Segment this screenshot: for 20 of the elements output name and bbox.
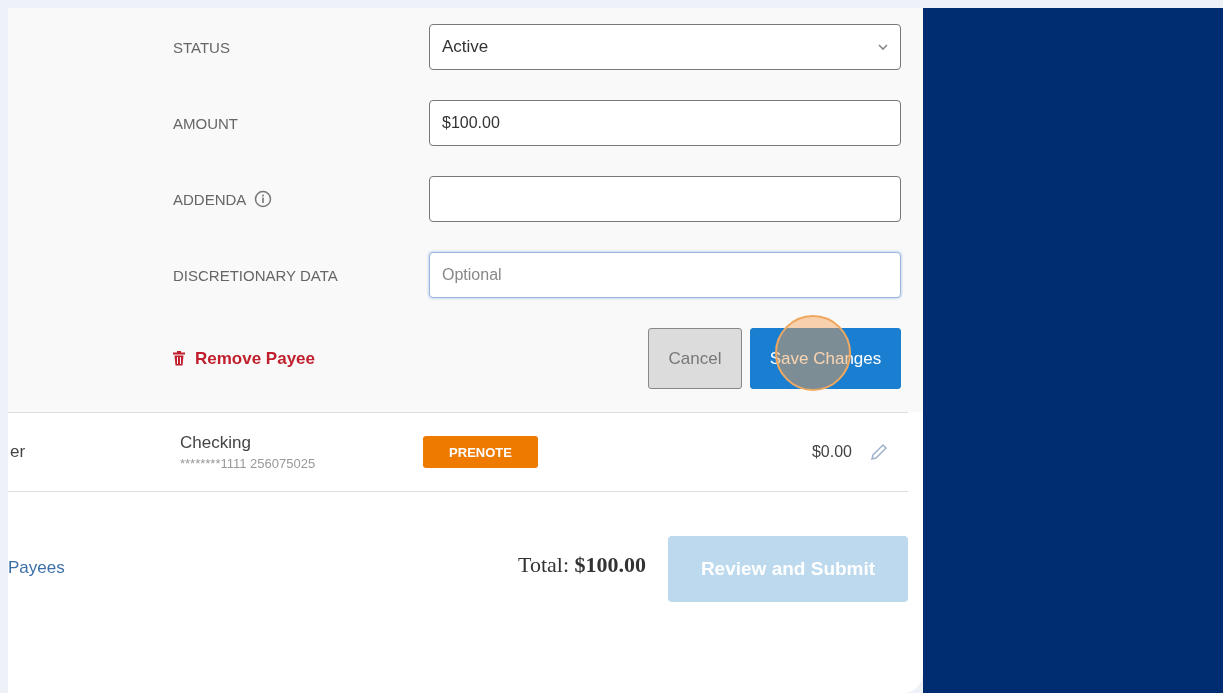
field-label: STATUS <box>173 38 230 56</box>
total-amount: Total: $100.00 <box>518 552 646 578</box>
account-number: ********1111 256075025 <box>180 456 317 471</box>
status-badge: PRENOTE <box>423 436 538 468</box>
trash-icon <box>173 351 185 366</box>
input-field[interactable]: $100.00 <box>429 100 901 146</box>
cancel-button[interactable]: Cancel <box>648 328 742 389</box>
chevron-icon <box>878 43 888 51</box>
field-label: AMOUNT <box>173 114 238 132</box>
account-type: Checking <box>180 433 252 453</box>
status-select[interactable]: Active <box>429 24 901 70</box>
payee-name: er <box>9 442 27 462</box>
input-field[interactable]: Optional <box>429 252 901 298</box>
info-icon[interactable] <box>254 190 273 208</box>
input-field[interactable] <box>429 176 901 222</box>
payees-link[interactable]: Payees <box>8 558 65 578</box>
field-label: DISCRETIONARY DATA <box>173 266 338 284</box>
remove-payee-link[interactable]: Remove Payee <box>173 348 316 369</box>
field-label: ADDENDA <box>173 190 247 208</box>
payee-amount: $0.00 <box>811 443 852 461</box>
